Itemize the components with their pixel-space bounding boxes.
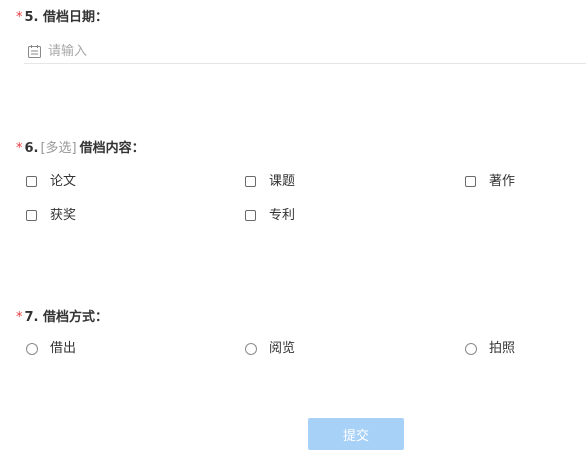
question-5-title: * 5. 借档日期： [16, 10, 108, 26]
radio-button[interactable] [26, 343, 38, 355]
radio-button[interactable] [465, 343, 477, 355]
date-field[interactable] [24, 40, 586, 64]
option-label: 借出 [50, 341, 77, 356]
submit-button[interactable]: 提交 [308, 418, 404, 450]
option-label: 获奖 [50, 208, 77, 223]
checkbox[interactable] [465, 176, 476, 187]
question-7-title: * 7. 借档方式： [16, 310, 108, 326]
option-label: 著作 [489, 174, 516, 189]
multi-select-tag: [多选] [40, 141, 77, 156]
radio-button[interactable] [245, 343, 257, 355]
question-label: 借档日期： [43, 10, 109, 25]
option-label: 论文 [50, 174, 77, 189]
question-label: 借档方式： [43, 310, 109, 325]
checkbox[interactable] [245, 210, 256, 221]
option-label: 拍照 [489, 341, 516, 356]
date-input[interactable] [48, 40, 448, 62]
checkbox[interactable] [245, 176, 256, 187]
option-label: 专利 [269, 208, 296, 223]
question-label: 借档内容： [79, 141, 145, 156]
calendar-icon [28, 45, 41, 58]
question-number: 7. [24, 310, 39, 325]
required-mark: * [16, 310, 23, 325]
option-label: 阅览 [269, 341, 296, 356]
question-6-title: * 6. [多选] 借档内容： [16, 141, 145, 157]
question-number: 5. [24, 10, 39, 25]
question-number: 6. [24, 141, 39, 156]
required-mark: * [16, 141, 23, 156]
checkbox[interactable] [26, 176, 37, 187]
checkbox[interactable] [26, 210, 37, 221]
option-label: 课题 [269, 174, 296, 189]
required-mark: * [16, 10, 23, 25]
